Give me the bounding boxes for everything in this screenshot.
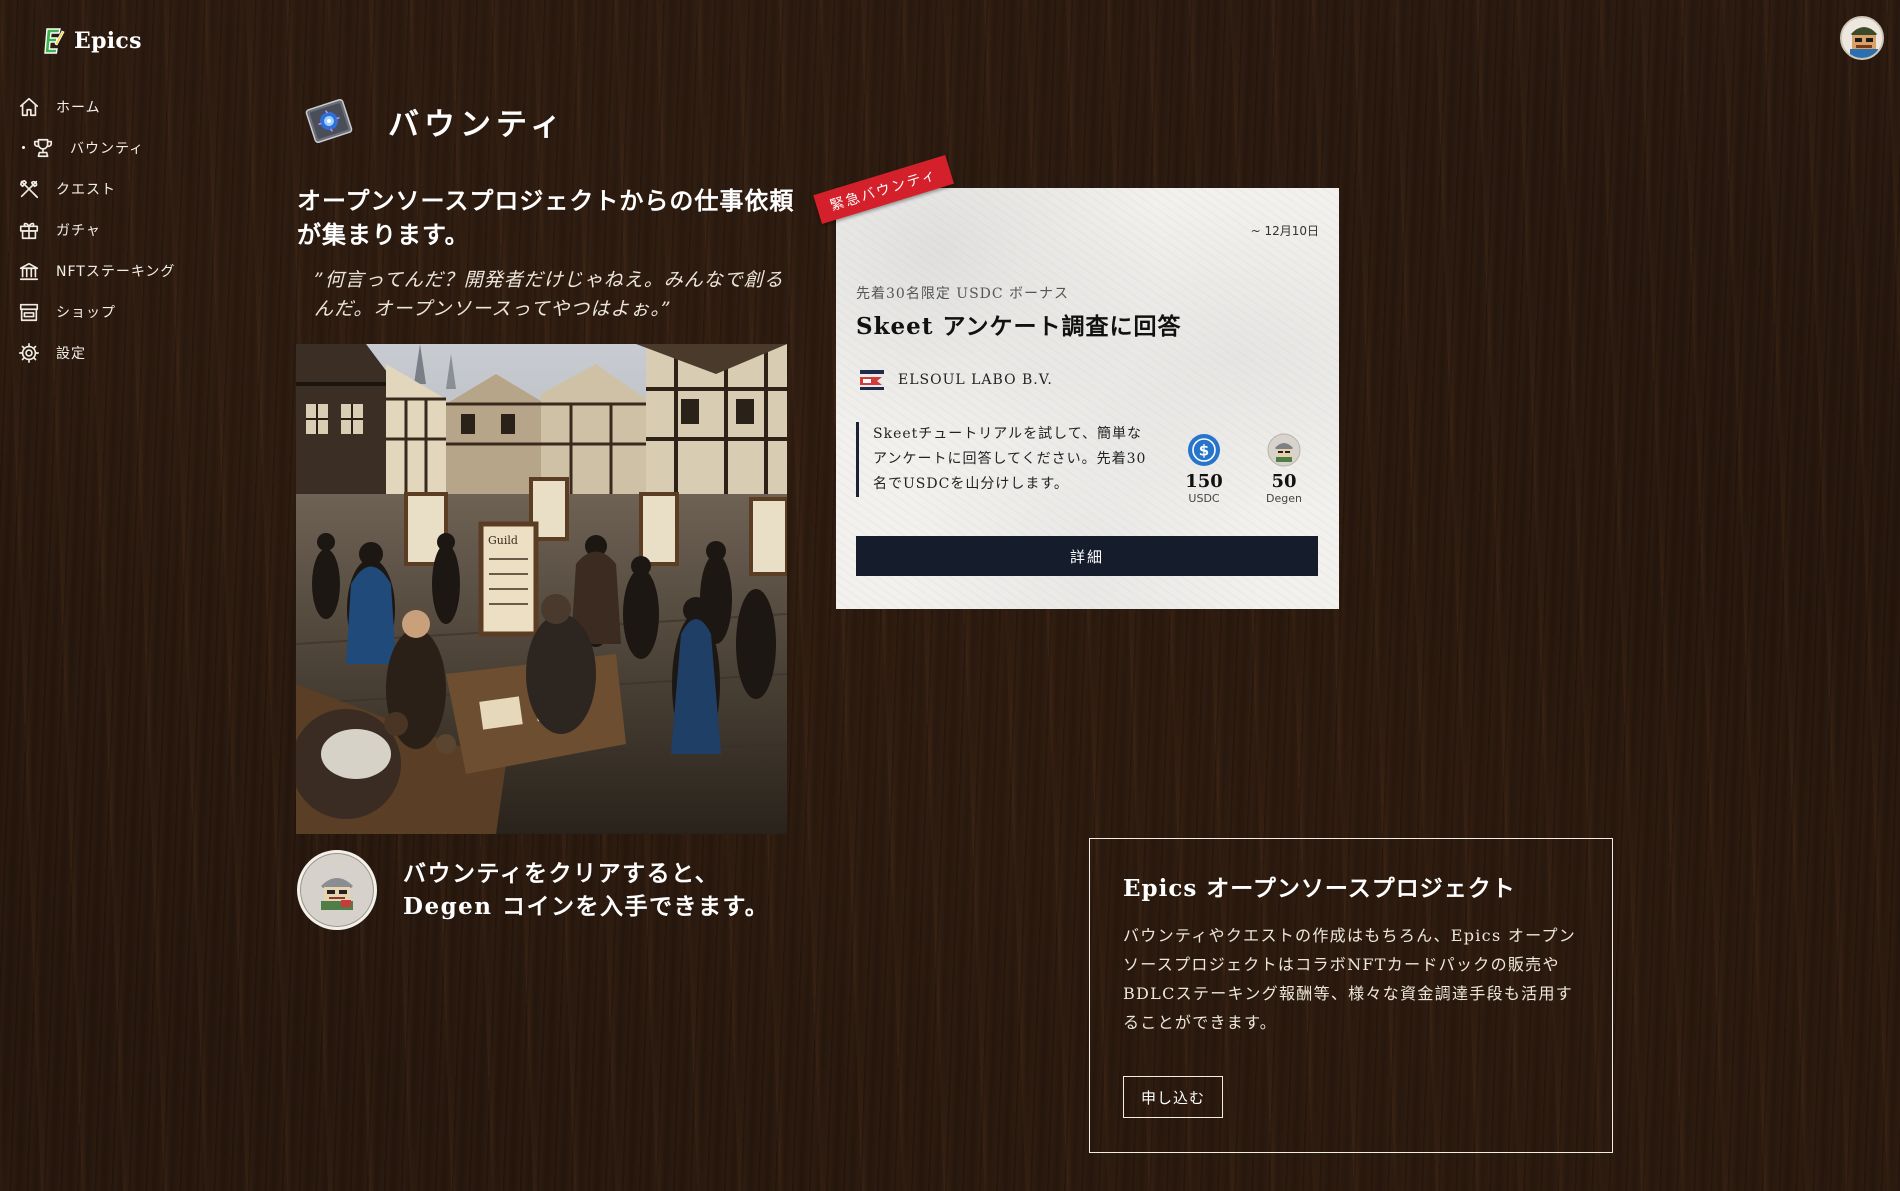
home-icon bbox=[16, 94, 42, 120]
intro-lead: オープンソースプロジェクトからの仕事依頼が集まります。 bbox=[297, 186, 795, 249]
bounty-subtitle: 先着30名限定 USDC ボーナス bbox=[856, 286, 1070, 302]
degen-coin-icon bbox=[1267, 433, 1301, 467]
tools-icon bbox=[16, 176, 42, 202]
sidebar-item-label: ホーム bbox=[56, 99, 101, 116]
trophy-icon bbox=[30, 135, 56, 161]
sidebar-nav: ホーム バウンティ クエスト ガチャ NFTステーキング ショップ 設定 bbox=[16, 86, 216, 373]
store-icon bbox=[16, 299, 42, 325]
spellbook-icon bbox=[305, 98, 353, 144]
reward-unit: USDC bbox=[1188, 492, 1220, 505]
bounty-card[interactable]: 緊急バウンティ ~ 12月10日 先着30名限定 USDC ボーナス Skeet… bbox=[813, 154, 1339, 609]
bank-icon bbox=[16, 258, 42, 284]
sidebar-item-settings[interactable]: 設定 bbox=[16, 332, 216, 373]
bounty-deadline: ~ 12月10日 bbox=[1250, 224, 1319, 238]
sidebar-item-label: NFTステーキング bbox=[56, 263, 176, 280]
reward-amount: 150 bbox=[1185, 471, 1223, 492]
epics-logo-icon bbox=[44, 28, 65, 54]
page-header: バウンティ bbox=[300, 92, 566, 150]
degen-coin-message: バウンティをクリアすると、 Degen コインを入手できます。 bbox=[297, 850, 769, 930]
app-name: Epics bbox=[74, 28, 142, 54]
sidebar-item-label: ショップ bbox=[56, 304, 116, 321]
svg-text:Guild: Guild bbox=[488, 534, 518, 547]
medieval-market-illustration: Guild bbox=[296, 344, 787, 834]
degen-coin-text: バウンティをクリアすると、 Degen コインを入手できます。 bbox=[403, 857, 769, 923]
sidebar-item-label: バウンティ bbox=[70, 140, 145, 157]
gift-icon bbox=[16, 217, 42, 243]
project-description: バウンティやクエストの作成はもちろん、Epics オープンソースプロジェクトはコ… bbox=[1123, 926, 1577, 1032]
degen-line-2: Degen コインを入手できます。 bbox=[403, 893, 770, 920]
reward-usdc: $ 150 USDC bbox=[1174, 433, 1234, 505]
sidebar-item-home[interactable]: ホーム bbox=[16, 86, 216, 127]
organization-name: ELSOUL LABO B.V. bbox=[898, 372, 1053, 388]
degen-coin-icon bbox=[297, 850, 377, 930]
app-logo[interactable]: Epics bbox=[42, 26, 142, 56]
urgent-bounty-ribbon: 緊急バウンティ bbox=[813, 154, 954, 224]
sidebar-item-label: クエスト bbox=[56, 181, 116, 198]
reward-amount: 50 bbox=[1271, 471, 1297, 492]
usdc-coin-icon: $ bbox=[1188, 434, 1220, 466]
bounty-description: Skeetチュートリアルを試して、簡単なアンケートに回答してください。先着30名… bbox=[856, 422, 1156, 497]
avatar-character-icon bbox=[1842, 18, 1882, 58]
open-source-project-panel: Epics オープンソースプロジェクト バウンティやクエストの作成はもちろん、E… bbox=[1089, 838, 1613, 1153]
svg-text:$: $ bbox=[1199, 442, 1209, 460]
project-title: Epics オープンソースプロジェクト bbox=[1123, 875, 1516, 902]
sidebar-item-nft-staking[interactable]: NFTステーキング bbox=[16, 250, 216, 291]
sidebar-item-bounty[interactable]: バウンティ bbox=[16, 127, 216, 168]
bounty-organization[interactable]: ELSOUL LABO B.V. bbox=[860, 368, 1053, 392]
sidebar-item-quest[interactable]: クエスト bbox=[16, 168, 216, 209]
sidebar-item-label: ガチャ bbox=[56, 222, 101, 239]
intro-quote: ”何言ってんだ？開発者だけじゃねえ。みんなで創るんだ。オープンソースってやつはよ… bbox=[314, 269, 784, 320]
sidebar-item-gacha[interactable]: ガチャ bbox=[16, 209, 216, 250]
user-avatar[interactable] bbox=[1840, 16, 1884, 60]
bounty-detail-button[interactable]: 詳細 bbox=[856, 536, 1318, 576]
elsoul-logo-icon bbox=[860, 370, 884, 390]
degen-line-1: バウンティをクリアすると、 bbox=[403, 860, 720, 887]
bounty-title: Skeet アンケート調査に回答 bbox=[856, 313, 1182, 340]
page-title: バウンティ bbox=[388, 106, 567, 143]
reward-unit: Degen bbox=[1266, 492, 1302, 505]
gear-icon bbox=[16, 340, 42, 366]
sidebar-item-label: 設定 bbox=[56, 345, 86, 362]
reward-degen: 50 Degen bbox=[1254, 433, 1314, 505]
apply-button[interactable]: 申し込む bbox=[1123, 1076, 1223, 1118]
sidebar-item-shop[interactable]: ショップ bbox=[16, 291, 216, 332]
